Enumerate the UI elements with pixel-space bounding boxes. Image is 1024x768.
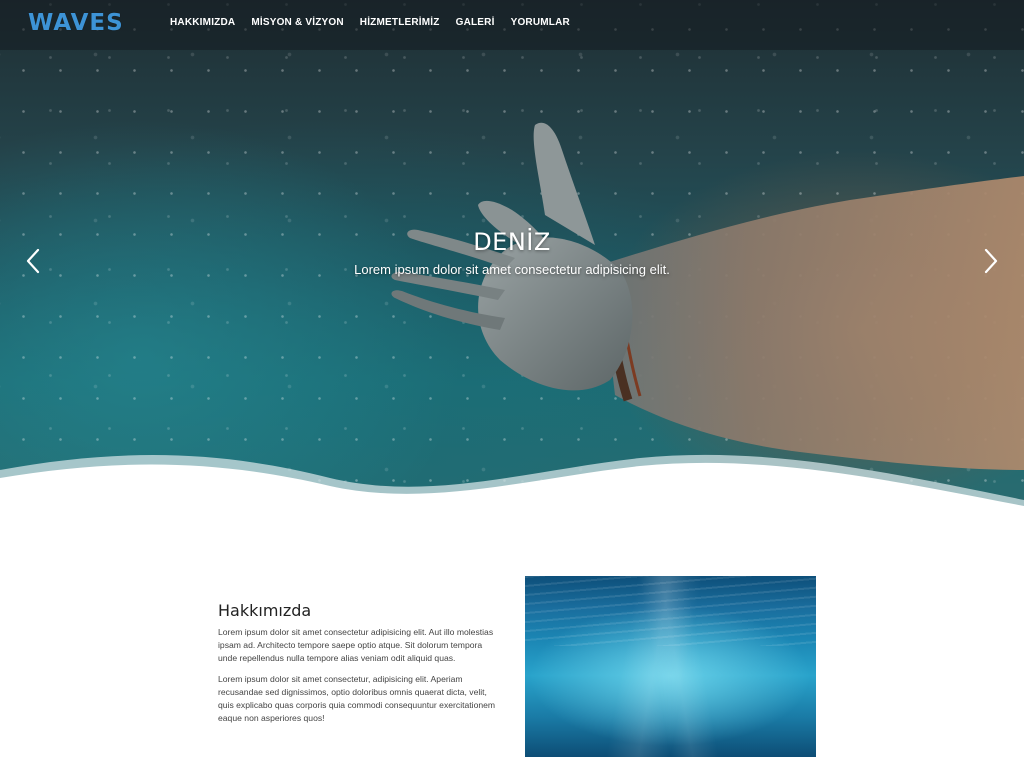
about-section: Hakkımızda Lorem ipsum dolor sit amet co… (0, 510, 1024, 768)
top-navbar: WAVES HAKKIMIZDA MİSYON & VİZYON HİZMETL… (0, 0, 1024, 50)
carousel-subtitle: Lorem ipsum dolor sit amet consectetur a… (354, 262, 670, 277)
chevron-right-icon (984, 248, 998, 274)
nav-link-yorumlar[interactable]: YORUMLAR (511, 17, 570, 28)
chevron-left-icon (26, 248, 40, 274)
nav-link-galeri[interactable]: GALERİ (456, 17, 495, 28)
about-underwater-image (525, 576, 816, 757)
nav-menu: HAKKIMIZDA MİSYON & VİZYON HİZMETLERİMİZ… (170, 17, 586, 28)
about-heading: Hakkımızda (218, 601, 312, 620)
carousel-title: DENİZ (473, 228, 551, 256)
hero-carousel: WAVES HAKKIMIZDA MİSYON & VİZYON HİZMETL… (0, 0, 1024, 510)
about-paragraph-2: Lorem ipsum dolor sit amet consectetur, … (218, 674, 496, 723)
about-paragraph-1: Lorem ipsum dolor sit amet consectetur a… (218, 627, 494, 663)
nav-link-misyon-vizyon[interactable]: MİSYON & VİZYON (251, 17, 343, 28)
nav-link-hizmetlerimiz[interactable]: HİZMETLERİMİZ (360, 17, 440, 28)
nav-link-hakkimizda[interactable]: HAKKIMIZDA (170, 17, 235, 28)
site-logo[interactable]: WAVES (28, 10, 124, 36)
about-text-block: Hakkımızda Lorem ipsum dolor sit amet co… (218, 601, 500, 733)
wave-divider (0, 454, 1024, 510)
carousel-caption: DENİZ Lorem ipsum dolor sit amet consect… (0, 228, 1024, 277)
carousel-next-button[interactable] (978, 246, 1002, 276)
carousel-prev-button[interactable] (22, 246, 46, 276)
